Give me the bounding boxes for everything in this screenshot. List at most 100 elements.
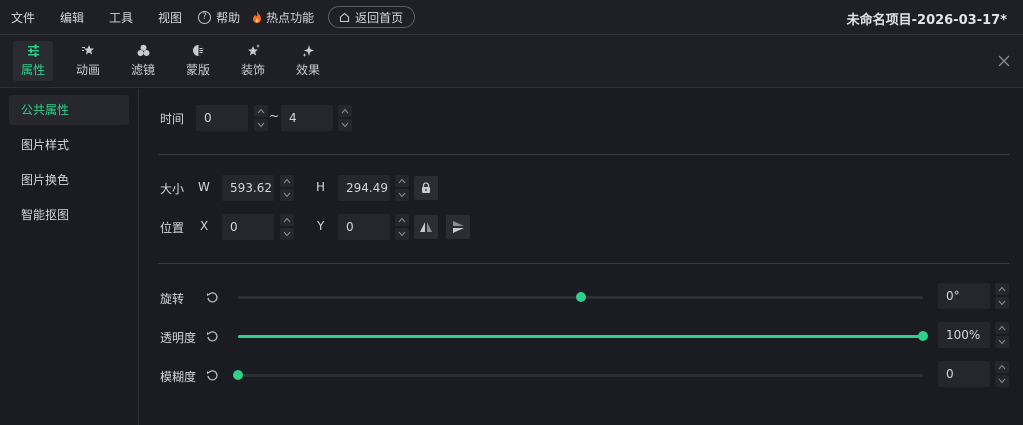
chevron-down-icon [257,122,265,128]
step-up-button[interactable] [995,322,1009,334]
help-label: 帮助 [216,10,241,25]
y-stepper[interactable] [395,214,409,240]
opacity-slider-fill [238,335,923,338]
opacity-slider[interactable] [238,331,928,341]
flip-vertical-button[interactable] [446,215,470,239]
menu-view[interactable]: 视图 [158,9,182,26]
star-motion-icon [81,45,94,55]
tab-mask-label: 蒙版 [185,63,210,77]
project-title: 未命名项目-2026-03-17* [846,13,1007,28]
height-stepper[interactable] [395,175,409,201]
chevron-up-icon [398,217,406,223]
property-sidebar: 公共属性 图片样式 图片换色 智能抠图 [0,89,139,425]
blur-input[interactable]: 0 [938,361,990,387]
step-up-button[interactable] [995,361,1009,373]
blur-slider-knob[interactable] [233,370,243,380]
chevron-up-icon [283,217,291,223]
blur-stepper[interactable] [995,361,1009,387]
sparkle-icon [302,45,314,57]
hot-features-menu[interactable]: 热点功能 [252,9,314,26]
step-down-button[interactable] [395,189,409,201]
step-down-button[interactable] [280,228,294,240]
reset-blur-icon[interactable] [206,369,219,382]
menu-file[interactable]: 文件 [11,9,35,26]
sliders-icon [27,44,39,57]
rotate-label: 旋转 [160,292,185,306]
x-input[interactable]: 0 [222,214,274,240]
rotate-input[interactable]: 0° [938,283,990,309]
tab-decoration[interactable]: 装饰 [233,41,273,81]
rotate-stepper[interactable] [995,283,1009,309]
opacity-stepper[interactable] [995,322,1009,348]
chevron-down-icon [998,378,1006,384]
width-label: W [198,180,210,194]
chevron-down-icon [283,192,291,198]
time-end-stepper[interactable] [338,105,352,131]
reset-opacity-icon[interactable] [206,330,219,343]
menu-edit[interactable]: 编辑 [60,9,84,26]
reset-rotate-icon[interactable] [206,291,219,304]
home-icon [340,12,350,22]
step-up-button[interactable] [338,105,352,117]
step-down-button[interactable] [395,228,409,240]
time-label: 时间 [160,112,185,126]
step-down-button[interactable] [995,297,1009,309]
hot-features-label: 热点功能 [266,10,315,25]
step-up-button[interactable] [995,283,1009,295]
time-end-input[interactable]: 4 [281,105,333,131]
step-down-button[interactable] [280,189,294,201]
help-menu[interactable]: ? 帮助 [198,9,240,26]
property-toolbar: 属性 动画 滤镜 蒙版 装饰 效果 [0,35,1023,88]
rotate-slider[interactable] [238,292,923,302]
time-start-input[interactable]: 0 [196,105,248,131]
back-home-button[interactable]: 返回首页 [328,6,416,28]
x-label: X [200,219,209,233]
size-label: 大小 [160,182,185,196]
flip-horizontal-icon [420,222,432,232]
tab-animation[interactable]: 动画 [68,41,108,81]
step-up-button[interactable] [254,105,268,117]
menu-bar: 文件 编辑 工具 视图 ? 帮助 热点功能 返回首页 未命名项目-2026-03… [0,0,1023,35]
step-up-button[interactable] [280,214,294,226]
half-circle-icon [192,45,204,56]
time-start-stepper[interactable] [254,105,268,131]
tab-effects[interactable]: 效果 [288,41,328,81]
step-down-button[interactable] [338,119,352,131]
y-input[interactable]: 0 [338,214,390,240]
menu-tools[interactable]: 工具 [109,9,133,26]
lock-icon [422,182,430,193]
step-up-button[interactable] [280,175,294,187]
height-label: H [316,180,326,194]
x-stepper[interactable] [280,214,294,240]
tab-filter[interactable]: 滤镜 [123,41,163,81]
rotate-slider-knob[interactable] [575,292,586,302]
lock-ratio-button[interactable] [414,176,438,200]
chevron-up-icon [257,108,265,114]
chevron-up-icon [283,178,291,184]
close-icon[interactable] [997,54,1011,68]
sidebar-item-common-properties[interactable]: 公共属性 [9,95,129,125]
chevron-up-icon [398,178,406,184]
height-input[interactable]: 294.49 [338,175,390,201]
position-label: 位置 [160,221,185,235]
opacity-label: 透明度 [160,331,197,345]
tab-properties[interactable]: 属性 [13,41,53,81]
opacity-slider-knob[interactable] [918,331,928,341]
opacity-input[interactable]: 100% [938,322,990,348]
chevron-up-icon [998,364,1006,370]
step-down-button[interactable] [995,375,1009,387]
tab-mask[interactable]: 蒙版 [178,41,218,81]
flip-horizontal-button[interactable] [414,215,438,239]
step-down-button[interactable] [995,336,1009,348]
width-stepper[interactable] [280,175,294,201]
chevron-down-icon [998,300,1006,306]
width-input[interactable]: 593.62 [222,175,274,201]
sidebar-item-image-style[interactable]: 图片样式 [9,130,129,160]
step-up-button[interactable] [395,175,409,187]
step-up-button[interactable] [395,214,409,226]
properties-panel: 时间 0 ~ 4 大小 W 593.62 H 294.49 位置 X 0 Y 0 [140,89,1023,425]
sidebar-item-image-recolor[interactable]: 图片换色 [9,165,129,195]
blur-slider[interactable] [233,370,923,380]
step-down-button[interactable] [254,119,268,131]
sidebar-item-smart-cutout[interactable]: 智能抠图 [9,200,129,230]
